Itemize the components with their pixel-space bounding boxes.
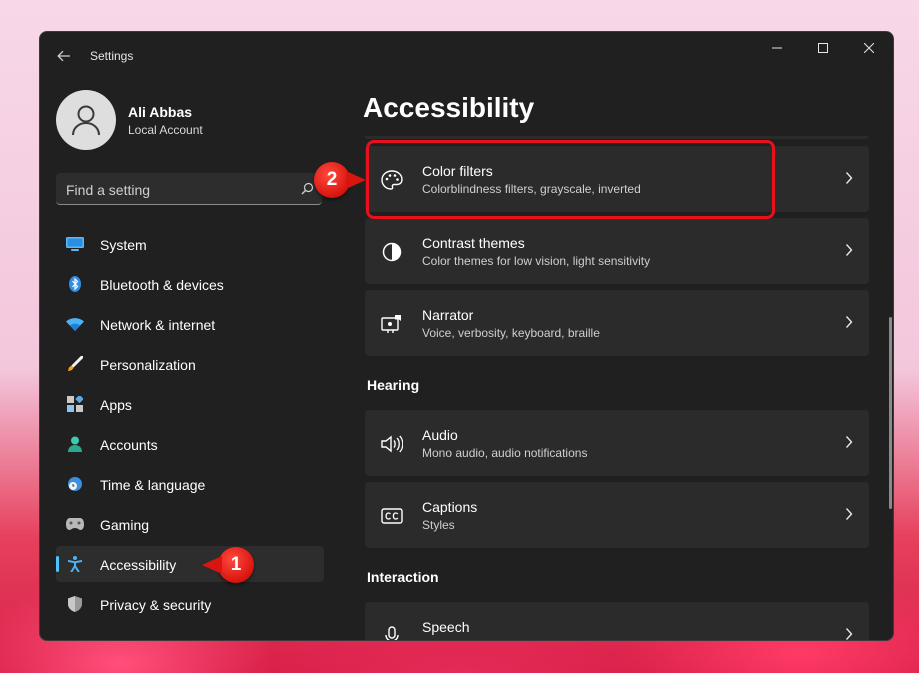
annotation-step-1-badge: 1 — [202, 547, 254, 583]
title-bar: Settings — [40, 32, 893, 78]
back-button[interactable] — [52, 44, 76, 68]
card-subtitle: Styles — [422, 518, 455, 532]
card-narrator[interactable]: Narrator Voice, verbosity, keyboard, bra… — [365, 290, 869, 356]
user-profile[interactable]: Ali Abbas Local Account — [56, 90, 356, 152]
shield-icon — [66, 596, 84, 612]
chevron-right-icon — [845, 244, 853, 256]
maximize-icon — [818, 43, 828, 53]
card-subtitle: Voice, verbosity, keyboard, braille — [422, 326, 600, 340]
minimize-icon — [772, 47, 782, 49]
card-title: Captions — [422, 499, 478, 515]
sidebar-item-system[interactable]: System — [56, 226, 324, 262]
sidebar-nav: System Bluetooth & devices Network & int… — [56, 226, 324, 626]
person-icon — [66, 436, 84, 452]
content-scrollbar[interactable] — [889, 317, 892, 509]
maximize-button[interactable] — [800, 32, 846, 64]
search-input[interactable]: Find a setting — [56, 173, 322, 205]
sidebar-item-network[interactable]: Network & internet — [56, 306, 324, 342]
page-title: Accessibility — [363, 92, 535, 123]
card-title: Audio — [422, 427, 458, 443]
settings-window: Settings Ali Abbas Local Account Find a … — [39, 31, 894, 641]
sidebar-item-label: Accessibility — [100, 557, 177, 573]
card-subtitle: Mono audio, audio notifications — [422, 446, 588, 460]
sidebar-item-label: Network & internet — [100, 317, 216, 333]
previous-card-edge — [365, 136, 869, 139]
sidebar-item-time-language[interactable]: Time & language — [56, 466, 324, 502]
card-captions[interactable]: Captions Styles — [365, 482, 869, 548]
gamepad-icon — [66, 516, 84, 532]
card-title: Contrast themes — [422, 235, 525, 251]
monitor-icon — [66, 236, 84, 252]
apps-icon — [66, 396, 84, 412]
search-placeholder: Find a setting — [66, 182, 151, 198]
sidebar-item-label: Time & language — [100, 477, 206, 493]
chevron-right-icon — [845, 508, 853, 520]
card-subtitle: Color themes for low vision, light sensi… — [422, 254, 651, 268]
card-title: Speech — [422, 619, 470, 635]
selection-indicator — [56, 556, 59, 572]
sidebar-item-label: Personalization — [100, 357, 196, 373]
sidebar-item-accessibility[interactable]: Accessibility — [56, 546, 324, 582]
section-heading-hearing: Hearing — [367, 377, 420, 393]
annotation-step-2-badge: 2 — [314, 162, 366, 198]
app-title: Settings — [90, 49, 134, 63]
card-contrast-themes[interactable]: Contrast themes Color themes for low vis… — [365, 218, 869, 284]
accessibility-icon — [66, 556, 84, 572]
chevron-right-icon — [845, 172, 853, 184]
bluetooth-icon — [66, 276, 84, 292]
close-icon — [864, 43, 874, 53]
card-speech[interactable]: Speech — [365, 602, 869, 640]
sidebar-item-personalization[interactable]: Personalization — [56, 346, 324, 382]
wifi-icon — [66, 316, 84, 332]
sidebar-item-label: Privacy & security — [100, 597, 212, 613]
user-name: Ali Abbas — [128, 104, 193, 120]
search-icon — [301, 182, 314, 195]
sidebar-item-label: Bluetooth & devices — [100, 277, 224, 293]
minimize-button[interactable] — [754, 32, 800, 64]
speaker-icon — [381, 433, 403, 455]
card-audio[interactable]: Audio Mono audio, audio notifications — [365, 410, 869, 476]
annotation-highlight-box — [366, 140, 775, 219]
narrator-icon — [381, 313, 403, 335]
sidebar-item-label: Apps — [100, 397, 132, 413]
microphone-icon — [381, 625, 403, 640]
back-arrow-icon — [57, 50, 70, 62]
card-title: Narrator — [422, 307, 474, 323]
chevron-right-icon — [845, 316, 853, 328]
user-silhouette-icon — [72, 105, 100, 136]
globe-clock-icon — [66, 476, 84, 492]
close-button[interactable] — [846, 32, 892, 64]
sidebar-item-apps[interactable]: Apps — [56, 386, 324, 422]
chevron-right-icon — [845, 436, 853, 448]
section-heading-interaction: Interaction — [367, 569, 439, 585]
sidebar-item-accounts[interactable]: Accounts — [56, 426, 324, 462]
sidebar-item-gaming[interactable]: Gaming — [56, 506, 324, 542]
sidebar-item-label: Gaming — [100, 517, 150, 533]
sidebar-item-label: System — [100, 237, 147, 253]
account-type: Local Account — [128, 123, 203, 137]
sidebar-item-label: Accounts — [100, 437, 158, 453]
brush-icon — [66, 356, 84, 372]
contrast-icon — [381, 241, 403, 263]
chevron-right-icon — [845, 628, 853, 640]
captions-icon — [381, 505, 403, 527]
sidebar-item-privacy-security[interactable]: Privacy & security — [56, 586, 324, 622]
avatar — [56, 90, 116, 150]
sidebar-item-bluetooth[interactable]: Bluetooth & devices — [56, 266, 324, 302]
